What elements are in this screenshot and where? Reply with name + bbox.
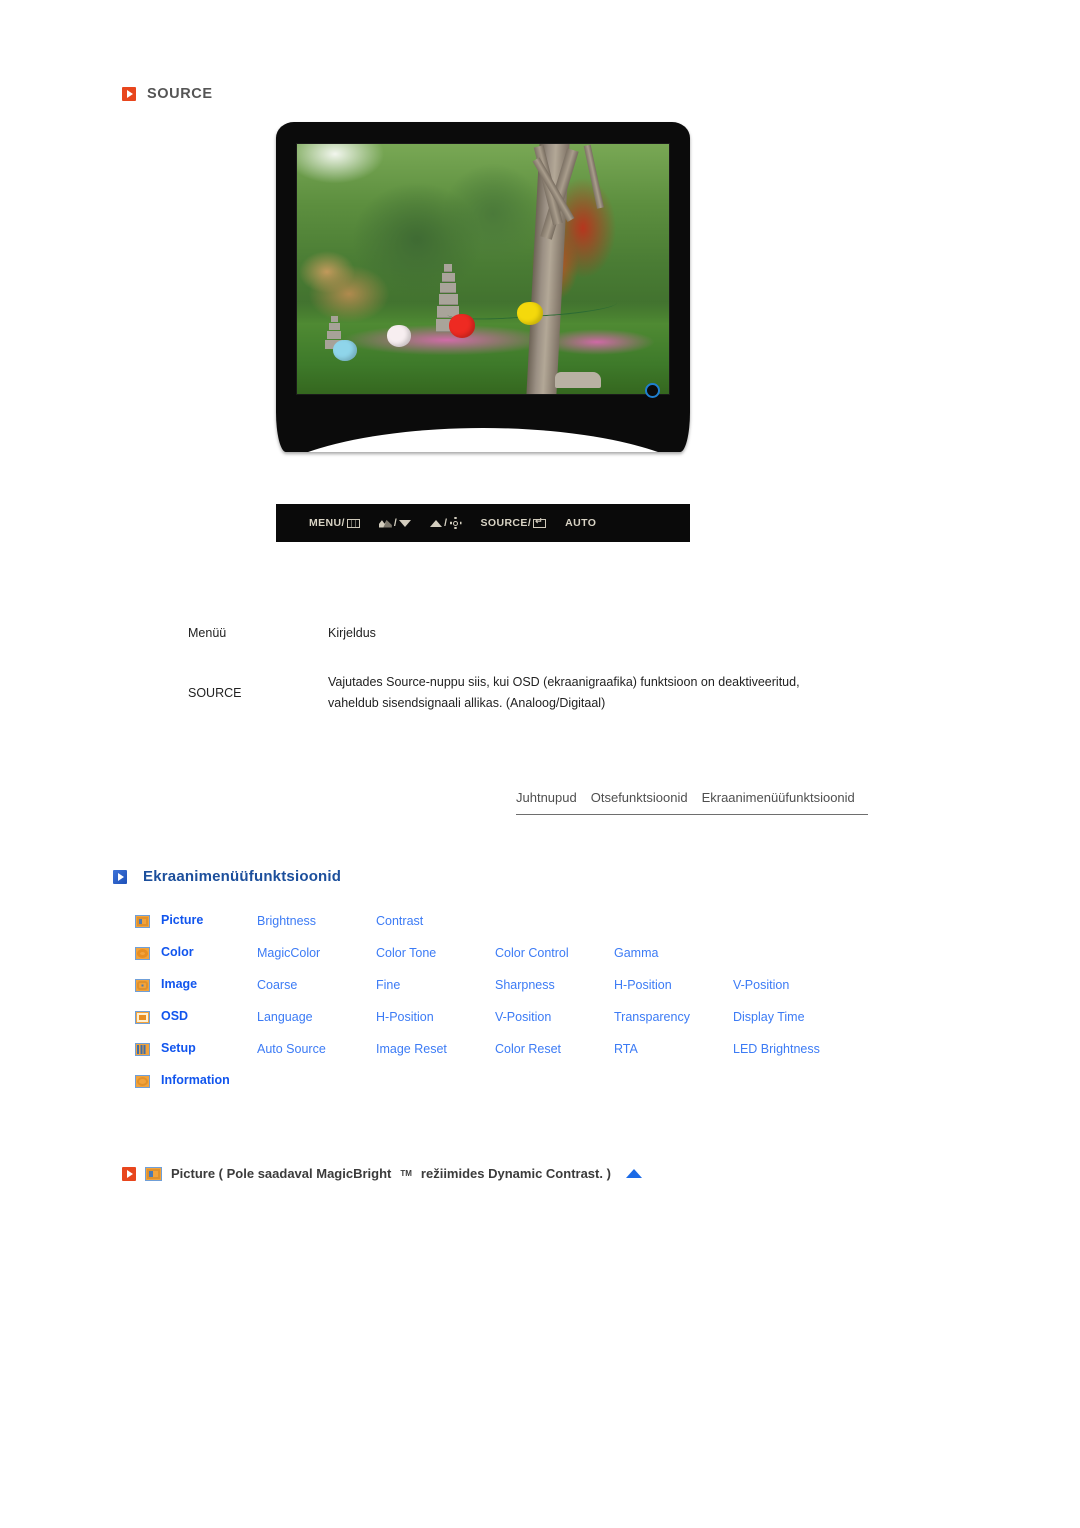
source-heading: SOURCE xyxy=(122,86,213,102)
tab-juhtnupud[interactable]: Juhtnupud xyxy=(516,790,577,805)
information-menu-icon xyxy=(135,1075,150,1088)
osd-item-auto-source[interactable]: Auto Source xyxy=(257,1040,376,1058)
osd-item-v-position[interactable]: V-Position xyxy=(733,976,852,994)
osd-item-transparency[interactable]: Transparency xyxy=(614,1008,733,1026)
picture-note-prefix: Picture ( Pole saadaval MagicBright xyxy=(171,1166,392,1181)
lantern-yellow xyxy=(517,302,543,325)
osd-row-osd: OSD Language H-Position V-Position Trans… xyxy=(135,1008,935,1040)
lantern-red xyxy=(449,314,475,338)
osd-item-empty xyxy=(733,944,852,945)
garden-rock xyxy=(555,372,601,388)
orange-play-icon xyxy=(122,1166,136,1181)
source-button-label: SOURCE/ xyxy=(480,517,532,529)
osd-item-language[interactable]: Language xyxy=(257,1008,376,1026)
picture-menu-icon xyxy=(135,915,150,928)
orange-play-icon xyxy=(122,87,136,101)
osd-item-empty xyxy=(733,912,852,913)
osd-menu-color[interactable]: Color xyxy=(161,944,257,959)
osd-row-image: Image Coarse Fine Sharpness H-Position V… xyxy=(135,976,935,1008)
osd-item-empty xyxy=(614,912,733,913)
osd-menu-picture[interactable]: Picture xyxy=(161,912,257,927)
down-arrow-icon xyxy=(399,519,412,527)
monitor-screen xyxy=(297,144,669,394)
source-enter-button[interactable]: SOURCE/ xyxy=(481,517,547,529)
osd-menu-information[interactable]: Information xyxy=(161,1072,257,1087)
table-row: SOURCE Vajutades Source-nuppu siis, kui … xyxy=(188,672,808,713)
source-heading-label: SOURCE xyxy=(147,86,213,102)
brightness-sun-icon xyxy=(450,517,462,529)
osd-menu-icon xyxy=(135,1011,150,1024)
osd-item-h-position[interactable]: H-Position xyxy=(614,976,733,994)
brightness-separator: / xyxy=(444,517,448,529)
monitor-body xyxy=(276,122,690,452)
osd-item-display-time[interactable]: Display Time xyxy=(733,1008,852,1026)
osd-item-fine[interactable]: Fine xyxy=(376,976,495,994)
osd-item-color-tone[interactable]: Color Tone xyxy=(376,944,495,962)
tab-otsefunktsioonid[interactable]: Otsefunktsioonid xyxy=(591,790,688,805)
section-title-label: Ekraanimenüüfunktsioonid xyxy=(143,868,342,885)
table-header-row: Menüü Kirjeldus xyxy=(188,626,808,640)
osd-item-brightness[interactable]: Brightness xyxy=(257,912,376,930)
picture-note-suffix: režiimides Dynamic Contrast. ) xyxy=(420,1166,611,1181)
osd-item-sharpness[interactable]: Sharpness xyxy=(495,976,614,994)
osd-item-image-reset[interactable]: Image Reset xyxy=(376,1040,495,1058)
lantern-white xyxy=(387,325,411,347)
monitor-illustration xyxy=(276,122,690,452)
header-menu: Menüü xyxy=(188,626,227,640)
osd-row-information: Information xyxy=(135,1072,935,1104)
picture-note: Picture ( Pole saadaval MagicBright TM r… xyxy=(122,1166,642,1181)
osd-item-coarse[interactable]: Coarse xyxy=(257,976,376,994)
osd-item-empty xyxy=(495,912,614,913)
enter-icon xyxy=(533,517,547,528)
magicbright-down-button[interactable]: / xyxy=(378,517,412,529)
osd-menu-setup[interactable]: Setup xyxy=(161,1040,257,1055)
osd-menu-grid: Picture Brightness Contrast Color MagicC… xyxy=(135,912,935,1104)
osd-item-gamma[interactable]: Gamma xyxy=(614,944,733,962)
monitor-control-bar: MENU/ / / SOURCE/ AUTO xyxy=(276,504,690,542)
osd-row-color: Color MagicColor Color Tone Color Contro… xyxy=(135,944,935,976)
section-title: Ekraanimenüüfunktsioonid xyxy=(113,868,341,885)
up-arrow-icon xyxy=(430,519,443,527)
osd-item-h-position[interactable]: H-Position xyxy=(376,1008,495,1026)
menu-button[interactable]: MENU/ xyxy=(309,517,360,529)
osd-row-setup: Setup Auto Source Image Reset Color Rese… xyxy=(135,1040,935,1072)
osd-item-rta[interactable]: RTA xyxy=(614,1040,733,1058)
power-led-icon xyxy=(645,383,660,398)
osd-item-contrast[interactable]: Contrast xyxy=(376,912,495,930)
row-description: Vajutades Source-nuppu siis, kui OSD (ek… xyxy=(328,675,800,710)
image-menu-icon xyxy=(135,979,150,992)
menu-button-label: MENU/ xyxy=(309,517,345,529)
tab-ekraanimenyyfunktsioonid[interactable]: Ekraanimenüüfunktsioonid xyxy=(702,790,855,805)
color-menu-icon xyxy=(135,947,150,960)
up-brightness-button[interactable]: / xyxy=(430,517,461,529)
osd-item-color-control[interactable]: Color Control xyxy=(495,944,614,962)
osd-menu-osd[interactable]: OSD xyxy=(161,1008,257,1023)
setup-menu-icon xyxy=(135,1043,150,1056)
row-menu-name: SOURCE xyxy=(188,686,242,700)
description-table: Menüü Kirjeldus SOURCE Vajutades Source-… xyxy=(188,626,808,713)
osd-row-picture: Picture Brightness Contrast xyxy=(135,912,935,944)
blue-play-icon xyxy=(113,869,127,884)
osd-menu-image[interactable]: Image xyxy=(161,976,257,991)
magicbright-separator: / xyxy=(393,517,398,529)
osd-item-color-reset[interactable]: Color Reset xyxy=(495,1040,614,1058)
osd-item-led-brightness[interactable]: LED Brightness xyxy=(733,1040,852,1058)
osd-item-magiccolor[interactable]: MagicColor xyxy=(257,944,376,962)
trademark-mark: TM xyxy=(400,1169,412,1178)
back-to-top-icon[interactable] xyxy=(625,1169,642,1178)
magicbright-icon xyxy=(378,519,392,528)
osd-item-v-position[interactable]: V-Position xyxy=(495,1008,614,1026)
auto-button[interactable]: AUTO xyxy=(565,517,596,529)
menu-grid-icon xyxy=(346,518,360,528)
tab-navigation: Juhtnupud Otsefunktsioonid Ekraanimenüüf… xyxy=(516,790,868,815)
picture-menu-icon xyxy=(145,1166,162,1181)
header-description: Kirjeldus xyxy=(328,626,376,640)
lantern-blue xyxy=(333,340,357,361)
